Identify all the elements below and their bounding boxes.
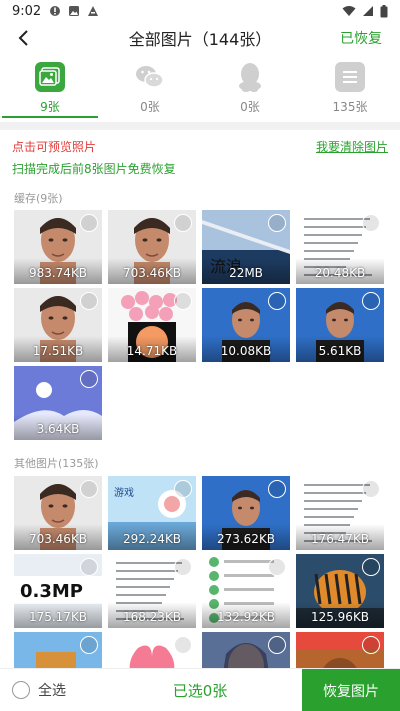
select-image-checkbox[interactable] (362, 292, 380, 310)
wechat-icon (135, 62, 165, 92)
image-size-label: 703.46KB (28, 532, 88, 546)
select-all-label: 全选 (38, 683, 66, 699)
wifi-icon (342, 6, 356, 16)
photo-icon (69, 6, 80, 16)
select-image-checkbox[interactable] (362, 636, 380, 654)
image-size-label: 17.51KB (32, 344, 84, 358)
restored-button[interactable]: 已恢复 (340, 28, 382, 48)
image-thumbnail[interactable]: 5.61KB (296, 288, 384, 362)
image-size-label: 168.23KB (122, 610, 182, 624)
select-image-checkbox[interactable] (362, 214, 380, 232)
source-tabs: 9张 0张 0张 135张 (0, 56, 400, 120)
gallery-icon (35, 62, 65, 92)
image-thumbnail[interactable]: 10.08KB (202, 288, 290, 362)
other-section-label: 其他图片(135张) (14, 457, 99, 470)
image-thumbnail[interactable]: 17.51KB (14, 288, 102, 362)
clear-images-link[interactable]: 我要清除图片 (316, 138, 388, 155)
select-image-checkbox[interactable] (362, 558, 380, 576)
tab-files-count: 135张 (332, 100, 368, 114)
image-thumbnail[interactable]: 176.47KB (296, 476, 384, 550)
image-thumbnail[interactable]: 20.48KB (296, 210, 384, 284)
app-header: 全部图片（144张） 已恢复 (0, 22, 400, 54)
status-bar: 9:02 (0, 0, 400, 22)
image-thumbnail[interactable]: 14.71KB (108, 288, 196, 362)
svg-text:游戏: 游戏 (114, 486, 134, 499)
tab-photos[interactable]: 9张 (0, 56, 100, 120)
select-image-checkbox[interactable] (268, 558, 286, 576)
select-image-checkbox[interactable] (268, 292, 286, 310)
alert-icon (50, 6, 61, 16)
select-image-checkbox[interactable] (80, 558, 98, 576)
tab-wechat[interactable]: 0张 (100, 56, 200, 120)
image-size-label: 175.17KB (28, 610, 88, 624)
image-size-label: 5.61KB (318, 344, 362, 358)
select-image-checkbox[interactable] (80, 292, 98, 310)
image-thumbnail[interactable]: 流浪22MB (202, 210, 290, 284)
image-size-label: 983.74KB (28, 266, 88, 280)
select-image-checkbox[interactable] (174, 558, 192, 576)
cache-grid: 983.74KB 703.46KB 流浪22MB 20.48KB 17.51KB… (14, 210, 386, 440)
image-size-label: 22MB (229, 266, 263, 280)
image-size-label: 176.47KB (310, 532, 370, 546)
image-size-label: 703.46KB (122, 266, 182, 280)
tab-qq[interactable]: 0张 (200, 56, 300, 120)
cache-section-label: 缓存(9张) (14, 192, 63, 205)
select-image-checkbox[interactable] (80, 636, 98, 654)
image-thumbnail[interactable]: 703.46KB (108, 210, 196, 284)
section-divider (0, 122, 400, 130)
select-all-radio (12, 681, 30, 699)
image-size-label: 20.48KB (314, 266, 366, 280)
image-size-label: 273.62KB (216, 532, 276, 546)
select-image-checkbox[interactable] (174, 214, 192, 232)
text-a-icon (88, 6, 99, 16)
image-thumbnail[interactable]: 3.64KB (14, 366, 102, 440)
image-thumbnail[interactable]: 132.92KB (202, 554, 290, 628)
select-image-checkbox[interactable] (174, 636, 192, 654)
image-thumbnail[interactable]: 125.96KB (296, 554, 384, 628)
qq-icon (235, 62, 265, 92)
tab-files[interactable]: 135张 (300, 56, 400, 120)
bottom-bar: 全选 已选0张 恢复图片 (0, 668, 400, 711)
image-thumbnail[interactable]: 游戏 292.24KB (108, 476, 196, 550)
select-image-checkbox[interactable] (268, 214, 286, 232)
image-size-label: 3.64KB (36, 422, 80, 436)
image-thumbnail[interactable]: 703.46KB (14, 476, 102, 550)
image-size-label: 132.92KB (216, 610, 276, 624)
free-restore-hint: 扫描完成后前8张图片免费恢复 (12, 162, 176, 176)
select-image-checkbox[interactable] (174, 292, 192, 310)
image-size-label: 10.08KB (220, 344, 272, 358)
image-thumbnail[interactable]: 983.74KB (14, 210, 102, 284)
preview-hint: 点击可预览照片 (12, 140, 97, 154)
battery-icon (380, 4, 388, 17)
select-image-checkbox[interactable] (268, 636, 286, 654)
tab-wechat-count: 0张 (140, 100, 160, 114)
signal-icon (363, 6, 373, 16)
svg-text:0.3MP: 0.3MP (20, 581, 83, 602)
file-icon (335, 62, 365, 92)
select-image-checkbox[interactable] (80, 214, 98, 232)
recover-button[interactable]: 恢复图片 (302, 669, 400, 711)
image-thumbnail[interactable]: 273.62KB (202, 476, 290, 550)
select-all-checkbox[interactable]: 全选 (12, 680, 66, 700)
image-thumbnail[interactable]: 0.3MP 175.17KB (14, 554, 102, 628)
select-image-checkbox[interactable] (80, 370, 98, 388)
image-size-label: 125.96KB (310, 610, 370, 624)
tab-photos-count: 9张 (40, 100, 60, 114)
select-image-checkbox[interactable] (174, 480, 192, 498)
image-size-label: 292.24KB (122, 532, 182, 546)
image-thumbnail[interactable]: 168.23KB (108, 554, 196, 628)
status-time: 9:02 (12, 3, 42, 19)
select-image-checkbox[interactable] (362, 480, 380, 498)
select-image-checkbox[interactable] (80, 480, 98, 498)
tab-qq-count: 0张 (240, 100, 260, 114)
image-size-label: 14.71KB (126, 344, 178, 358)
select-image-checkbox[interactable] (268, 480, 286, 498)
